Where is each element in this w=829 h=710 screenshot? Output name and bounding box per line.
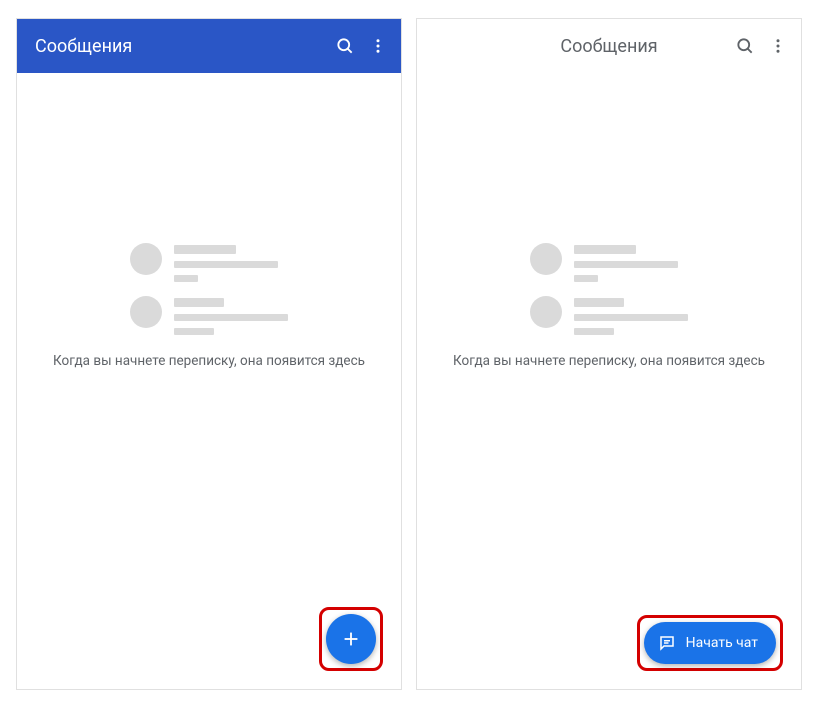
more-icon[interactable] <box>369 36 387 56</box>
chat-icon <box>658 634 676 652</box>
fab-highlight <box>319 607 383 671</box>
phone-left: Сообщения <box>16 18 402 690</box>
start-chat-fab[interactable]: Начать чат <box>644 622 776 664</box>
empty-state: Когда вы начнете переписку, она появится… <box>417 73 801 689</box>
fab-label: Начать чат <box>686 635 758 651</box>
new-conversation-fab[interactable] <box>326 614 376 664</box>
app-title: Сообщения <box>35 36 321 57</box>
search-icon[interactable] <box>335 36 355 56</box>
empty-state-text: Когда вы начнете переписку, она появится… <box>453 353 765 369</box>
appbar: Сообщения <box>17 19 401 73</box>
empty-state: Когда вы начнете переписку, она появится… <box>17 73 401 689</box>
appbar: Сообщения <box>417 19 801 73</box>
search-icon[interactable] <box>735 36 755 56</box>
empty-state-text: Когда вы начнете переписку, она появится… <box>53 353 365 369</box>
more-icon[interactable] <box>769 36 787 56</box>
fab-highlight: Начать чат <box>637 615 783 671</box>
placeholder-graphic <box>530 243 688 335</box>
app-title: Сообщения <box>560 36 657 57</box>
phone-right: Сообщения <box>416 18 802 690</box>
placeholder-graphic <box>130 243 288 335</box>
